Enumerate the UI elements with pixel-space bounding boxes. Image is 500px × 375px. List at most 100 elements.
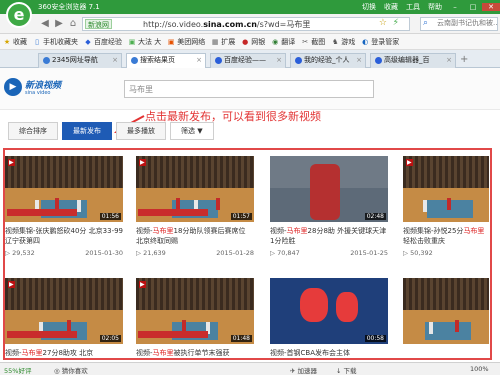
page-content: ▶ 新浪视频 sina video 点击最新发布，可以看到很多新视频 综合排序 … (0, 68, 500, 362)
tab-close-icon[interactable]: × (196, 54, 202, 67)
video-search-box[interactable] (124, 80, 374, 98)
video-duration: 01:56 (99, 213, 121, 220)
extension-icon: ▦ (211, 37, 219, 46)
video-thumbnail[interactable]: ▶ 01:57 (136, 156, 254, 222)
bookmark-netbank[interactable]: ● 网银 (238, 37, 268, 47)
sort-latest-button[interactable]: 最新发布 (62, 122, 112, 140)
window-title: 360安全浏览器 7.1 (38, 3, 100, 11)
bookmark-meituan[interactable]: ▣ 美团网络 (164, 37, 208, 47)
rating-status[interactable]: 55%好评 (4, 365, 31, 375)
sort-most-played-button[interactable]: 最多播放 (116, 122, 166, 140)
score-banner (7, 331, 77, 338)
video-duration: 00:58 (364, 335, 386, 342)
tab-search-results[interactable]: 搜索结果页 × (126, 53, 206, 69)
star-icon: ★ (3, 37, 11, 46)
bookmark-extension[interactable]: ▦ 扩展 (208, 37, 238, 47)
menu-switch[interactable]: 切换 (358, 2, 380, 12)
video-card[interactable]: ▶ 01:48 视频-马布里被执行单节末强获 (136, 278, 254, 368)
bookmark-baidu[interactable]: ◆ 百度经验 (81, 37, 125, 47)
play-count: ▷ 21,639 (136, 249, 166, 257)
site-subname: sina video (25, 90, 51, 96)
menu-help[interactable]: 帮助 (424, 2, 446, 12)
video-thumbnail[interactable]: ▶ 02:05 (5, 278, 123, 344)
bookmark-translate[interactable]: ◉ 翻译 (268, 37, 298, 47)
phone-icon: ▯ (35, 37, 39, 46)
tab-editor[interactable]: 高级编辑器_百 × (370, 53, 456, 68)
video-card[interactable]: ▶ 02:05 视频-马布里27分8助攻 北京 (5, 278, 123, 368)
recommend-status[interactable]: ◎ 猜你喜欢 (54, 365, 88, 375)
speed-mode-icon[interactable]: ⚡ (393, 18, 399, 28)
bookmark-game[interactable]: ♞ 游戏 (328, 37, 358, 47)
bookmark-screenshot[interactable]: ✂ 截图 (298, 37, 328, 47)
menu-tools[interactable]: 工具 (402, 2, 424, 12)
zoom-level[interactable]: 100% (470, 365, 489, 373)
meituan-icon: ▣ (167, 37, 175, 46)
channel-logo-icon: ▶ (8, 281, 15, 288)
browser-logo[interactable]: e (6, 2, 32, 28)
video-meta: ▷ 29,532 2015-01-30 (5, 249, 123, 257)
filter-dropdown-button[interactable]: 筛选 ▼ (170, 122, 214, 140)
tab-my-jingyan[interactable]: 我的经验_个人 × (290, 53, 366, 68)
tab-close-icon[interactable]: × (276, 54, 282, 67)
video-card[interactable]: ▶ 视频集锦-孙悦25分马布里轻松击败重庆 ▷ 50,392 (403, 156, 489, 257)
video-title[interactable]: 视频-马布里28分8助 外援关键球天津1分险胜 (270, 226, 388, 246)
browser-search[interactable]: ⌕ (420, 17, 498, 31)
video-title[interactable]: 视频集锦-孙悦25分马布里轻松击败重庆 (403, 226, 489, 246)
video-duration: 01:48 (230, 335, 252, 342)
video-meta: ▷ 21,639 2015-01-28 (136, 249, 254, 257)
search-engine-icon[interactable]: ⌕ (423, 18, 428, 28)
video-title[interactable]: 视频集锦-张庆鹏怒砍40分 北京33-99辽宁获第四 (5, 226, 123, 246)
accelerator-status[interactable]: ✈ 加速器 (290, 365, 317, 375)
play-count: ▷ 29,532 (5, 249, 35, 257)
channel-logo-icon: ▶ (139, 159, 146, 166)
bookmark-dazhi[interactable]: ▣ 大法 大 (125, 37, 164, 47)
bookmark-mobile[interactable]: ▯ 手机收藏夹 (30, 37, 81, 47)
url-text[interactable]: http://so.video.sina.com.cn/s?wd=马布里 (143, 19, 310, 30)
minimize-icon[interactable]: – (446, 3, 464, 11)
tab-favicon (131, 56, 138, 64)
sort-comprehensive-button[interactable]: 综合排序 (8, 122, 58, 140)
tab-close-icon[interactable]: × (112, 54, 118, 67)
score-banner (7, 209, 77, 216)
video-duration: 01:57 (230, 213, 252, 220)
video-thumbnail[interactable] (403, 278, 489, 344)
forward-icon[interactable]: ▶ (52, 17, 66, 31)
tab-baidu-jingyan[interactable]: 百度经验—— × (210, 53, 286, 68)
video-thumbnail[interactable]: ▶ (403, 156, 489, 222)
site-header: ▶ 新浪视频 sina video (0, 68, 500, 110)
video-title[interactable]: 视频-马布里18分助队领赛后赛席位 北京终取同赐 (136, 226, 254, 246)
video-card[interactable] (403, 278, 489, 344)
video-card[interactable]: ▶ 01:56 视频集锦-张庆鹏怒砍40分 北京33-99辽宁获第四 ▷ 29,… (5, 156, 123, 257)
player-figure (310, 164, 340, 220)
video-card[interactable]: ▶ 01:57 视频-马布里18分助队领赛后赛席位 北京终取同赐 ▷ 21,63… (136, 156, 254, 257)
video-card[interactable]: 02:48 视频-马布里28分8助 外援关键球天津1分险胜 ▷ 70,847 20… (270, 156, 388, 257)
tab-2345[interactable]: 2345网址导航 × (38, 53, 122, 68)
mascot-figure (300, 288, 328, 322)
video-card[interactable]: 00:58 视频-首钢CBA发布会主体 (270, 278, 388, 368)
browser-search-input[interactable] (437, 19, 497, 27)
bookmark-login[interactable]: ◐ 登录管家 (358, 37, 402, 47)
play-count: ▷ 70,847 (270, 249, 300, 257)
bookmark-star-icon[interactable]: ☆ (379, 18, 387, 28)
download-status[interactable]: ↓ 下载 (336, 365, 357, 375)
login-icon: ◐ (362, 37, 369, 46)
status-bar: 55%好评 ◎ 猜你喜欢 ✈ 加速器 ↓ 下载 100% (0, 362, 500, 375)
video-duration: 02:05 (99, 335, 121, 342)
url-field[interactable]: 新浪网 http://so.video.sina.com.cn/s?wd=马布里… (82, 17, 410, 31)
publish-date: 2015-01-28 (216, 249, 254, 257)
back-icon[interactable]: ◀ (38, 17, 52, 31)
bookmark-favorites[interactable]: ★ 收藏 (0, 37, 30, 47)
new-tab-icon[interactable]: + (460, 54, 468, 65)
sina-video-logo-icon[interactable]: ▶ (4, 78, 22, 96)
tab-close-icon[interactable]: × (356, 54, 362, 67)
close-icon[interactable]: ✕ (482, 3, 500, 11)
menu-favorites[interactable]: 收藏 (380, 2, 402, 12)
video-thumbnail[interactable]: ▶ 01:48 (136, 278, 254, 344)
tab-close-icon[interactable]: × (446, 54, 452, 67)
video-search-input[interactable] (125, 81, 365, 97)
video-thumbnail[interactable]: 02:48 (270, 156, 388, 222)
video-thumbnail[interactable]: 00:58 (270, 278, 388, 344)
video-thumbnail[interactable]: ▶ 01:56 (5, 156, 123, 222)
maximize-icon[interactable]: □ (464, 3, 482, 11)
home-icon[interactable]: ⌂ (66, 17, 80, 31)
